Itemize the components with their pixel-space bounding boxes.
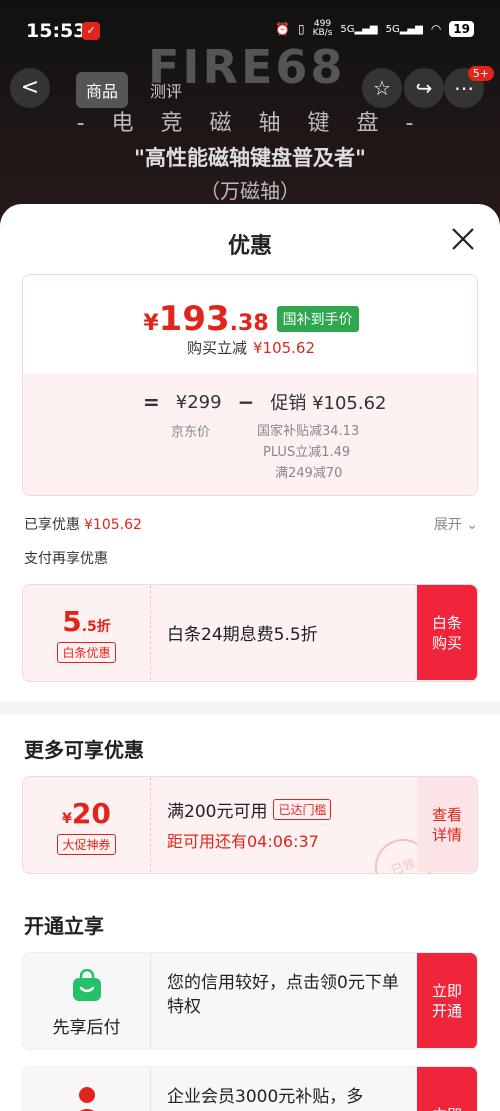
service-card-enterprise[interactable]: 企业会员3000元补贴，多 立即: [22, 1066, 478, 1111]
baitiao-tag: 白条优惠: [57, 642, 116, 663]
price-card: ¥ 193 .38 国补到手价 购买立减 ¥105.62 = ¥299 − 促销 …: [22, 274, 478, 496]
baitiao-discount: 5.5折 白条优惠: [23, 585, 151, 680]
product-tabs: 商品 测评: [76, 72, 192, 108]
status-icons: ⏰ ▯ 499 KB/s 5G▂▄▆ 5G▂▄▆ ◠ 19: [275, 20, 474, 38]
price-calculation: = ¥299 − 促销 ¥105.62: [143, 390, 387, 414]
share-icon[interactable]: ↪: [404, 68, 444, 108]
service-desc: 您的信用较好，点击领0元下单特权: [167, 973, 399, 1017]
open-now-button[interactable]: 立即 开通: [417, 953, 477, 1048]
more-badge: 5+: [467, 66, 494, 81]
coupon-info: 满200元可用 已达门槛 距可用还有04:06:37: [167, 777, 332, 872]
hero-subtitle: （万磁轴）: [200, 179, 300, 203]
open-now-button[interactable]: 立即: [417, 1067, 477, 1111]
promo-line: 国家补贴减34.13: [257, 424, 360, 439]
tab-review[interactable]: 测评: [140, 72, 192, 108]
sheet-title: 优惠: [227, 234, 272, 259]
final-price: ¥ 193 .38 国补到手价: [23, 299, 477, 339]
coupon-card[interactable]: ¥20 大促神券 满200元可用 已达门槛 距可用还有04:06:37 已领 查看…: [22, 776, 478, 874]
pay-more-heading: 支付再享优惠: [24, 551, 108, 567]
view-details-button[interactable]: 查看 详情: [417, 777, 477, 872]
jd-app-icon: ✓: [82, 22, 100, 40]
coupon-countdown: 距可用还有04:06:37: [167, 832, 319, 851]
gov-subsidy-badge: 国补到手价: [276, 306, 359, 332]
promo-total: 促销 ¥105.62: [270, 393, 387, 414]
baitiao-desc: 白条24期息费5.5折: [167, 625, 318, 645]
hero-slogan: "高性能磁轴键盘普及者": [134, 146, 366, 170]
section-divider: [0, 702, 500, 714]
instant-discount: 购买立减 ¥105.62: [186, 339, 316, 357]
coupon-tag: 大促神券: [57, 834, 116, 855]
tab-product[interactable]: 商品: [76, 72, 129, 108]
enjoyed-discount: 已享优惠 ¥105.62: [24, 517, 142, 533]
close-icon[interactable]: [448, 224, 478, 254]
expand-button[interactable]: 展开 ⌄: [434, 514, 478, 534]
coupon-amount: ¥20 大促神券: [23, 777, 151, 872]
chevron-down-icon: ⌄: [466, 517, 478, 533]
service-desc: 企业会员3000元补贴，多: [167, 1087, 364, 1107]
baitiao-buy-button[interactable]: 白条 购买: [417, 585, 477, 680]
favorite-icon[interactable]: ☆: [362, 68, 402, 108]
more-discounts-title: 更多可享优惠: [24, 738, 144, 762]
service-name: 先享后付: [52, 1018, 121, 1038]
threshold-reached-badge: 已达门槛: [273, 799, 332, 820]
shopping-bag-icon: [72, 968, 101, 1001]
wifi-icon: ◠: [430, 22, 442, 36]
service-card-pay-later[interactable]: 先享后付 您的信用较好，点击领0元下单特权 立即 开通: [22, 952, 478, 1050]
baitiao-card[interactable]: 5.5折 白条优惠 白条24期息费5.5折 白条 购买: [22, 584, 478, 682]
hero-tagline: - 电 竞 磁 轴 键 盘 -: [76, 111, 424, 136]
discount-sheet: 优惠 ¥ 193 .38 国补到手价 购买立减 ¥105.62 = ¥299 − …: [0, 204, 500, 1111]
promo-breakdown: 国家补贴减34.13 PLUS立减1.49 满249减70: [257, 421, 359, 484]
user-icon: [78, 1087, 95, 1111]
jd-price: ¥299: [175, 391, 222, 413]
status-bar: 15:53 ✓ ⏰ ▯ 499 KB/s 5G▂▄▆ 5G▂▄▆ ◠ 19: [0, 0, 500, 60]
promo-line: 满249减70: [275, 466, 343, 481]
coupon-condition: 满200元可用: [167, 802, 268, 822]
open-benefits-title: 开通立享: [24, 914, 104, 938]
signal-1-icon: 5G▂▄▆: [340, 23, 378, 35]
battery-indicator: 19: [449, 21, 474, 37]
vibrate-icon: ▯: [297, 22, 305, 36]
signal-2-icon: 5G▂▄▆: [385, 23, 423, 35]
network-speed: 499 KB/s: [312, 19, 333, 38]
alarm-icon: ⏰: [275, 22, 290, 36]
promo-line: PLUS立减1.49: [263, 445, 351, 460]
back-button[interactable]: <: [10, 68, 50, 108]
status-time: 15:53: [26, 20, 87, 42]
jd-price-label: 京东价: [171, 425, 211, 440]
